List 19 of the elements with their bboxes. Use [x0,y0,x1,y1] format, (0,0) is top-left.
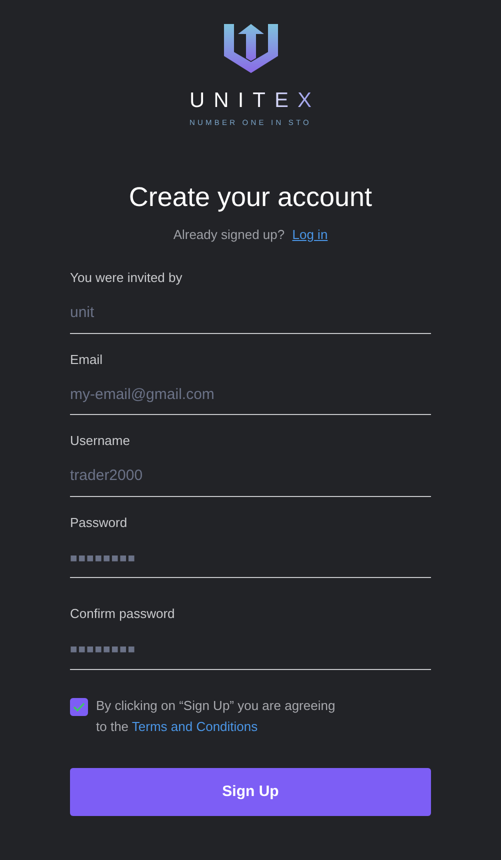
logo-icon [222,22,280,74]
terms-checkbox[interactable] [70,698,88,716]
sign-up-button[interactable]: Sign Up [70,768,431,816]
password-field[interactable]: ■■■■■■■■ [70,540,431,578]
password-field[interactable]: ■■■■■■■■ [70,632,431,670]
input-field[interactable]: unit [70,296,431,334]
page-title: Create your account [128,180,374,213]
field-label: You were invited by [70,270,184,286]
input-field[interactable]: my-email@gmail.com [70,378,431,416]
field-label: Confirm password [70,606,176,622]
checkmark-icon [73,702,85,712]
terms-agreement-text: By clicking on “Sign Up” you are agreeing to the Terms and Conditions [96,696,336,736]
field-label: Email [70,352,104,368]
field-label: Password [70,514,128,531]
input-field[interactable]: trader2000 [70,459,431,497]
field-label: Username [70,433,131,450]
login-link[interactable]: Log in [292,226,328,242]
signin-prompt: Already signed up? [173,226,285,242]
terms-link[interactable]: Terms and Conditions [132,718,258,734]
